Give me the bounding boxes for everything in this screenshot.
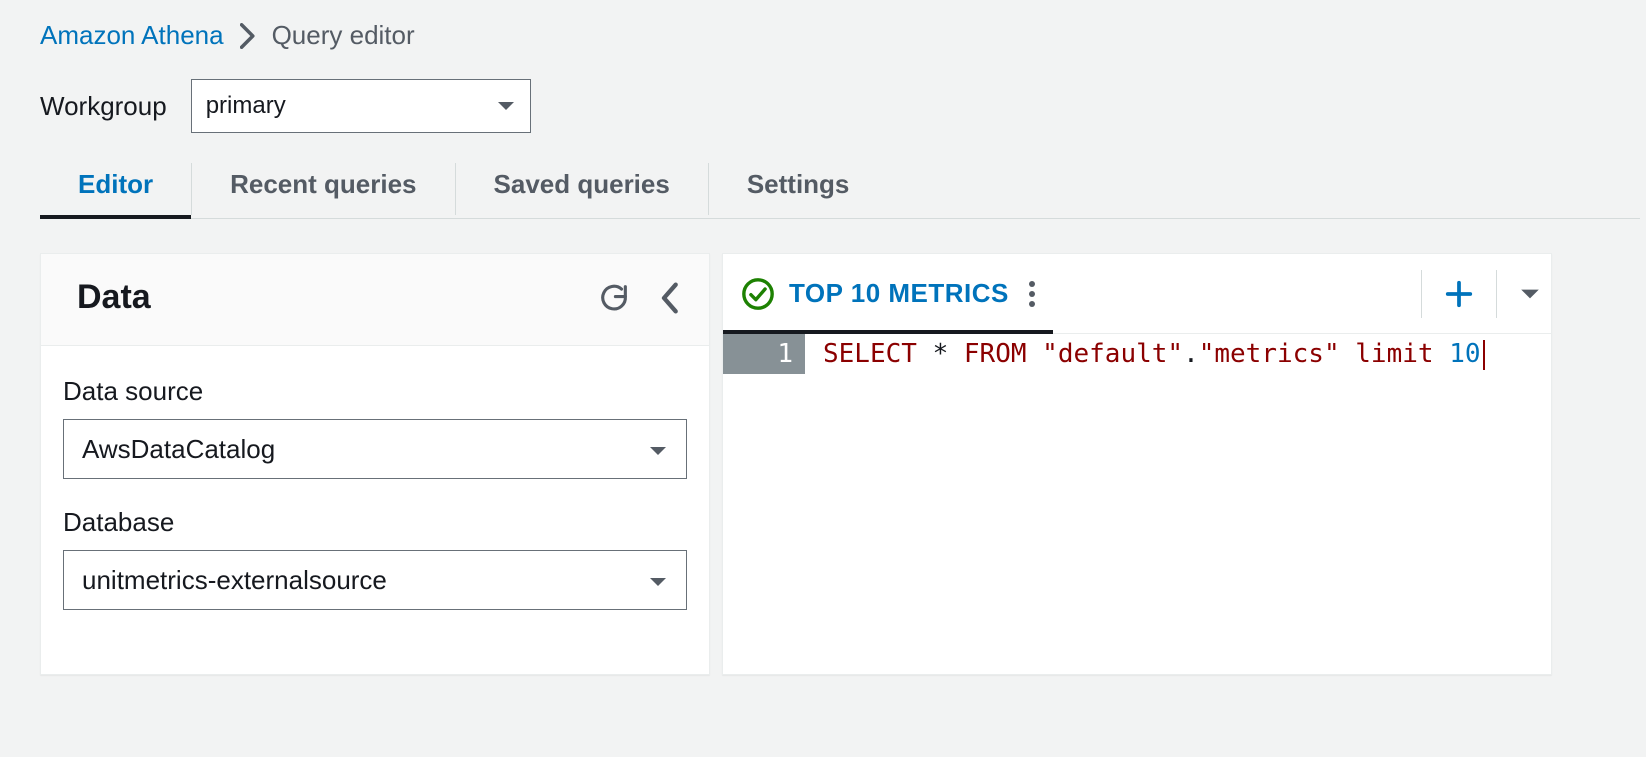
data-panel: Data Data source AwsDataCatalog <box>40 253 710 675</box>
workgroup-select[interactable]: primary <box>191 79 531 133</box>
workgroup-value: primary <box>206 92 286 120</box>
caret-down-icon <box>648 565 668 596</box>
collapse-panel-icon[interactable] <box>659 281 679 315</box>
tab-settings[interactable]: Settings <box>709 163 888 218</box>
refresh-icon[interactable] <box>597 281 631 315</box>
database-value: unitmetrics-externalsource <box>82 565 387 596</box>
tab-label: Recent queries <box>230 169 416 199</box>
sql-star: * <box>933 339 949 369</box>
tab-label: Editor <box>78 169 153 199</box>
tab-label: Settings <box>747 169 850 199</box>
separator <box>1421 270 1422 318</box>
workgroup-label: Workgroup <box>40 91 167 122</box>
sql-punct: . <box>1183 339 1199 369</box>
code-editor[interactable]: 1 SELECT * FROM "default"."metrics" limi… <box>723 334 1551 674</box>
success-check-icon <box>741 277 775 311</box>
line-number: 1 <box>723 334 805 374</box>
query-tab-label: TOP 10 METRICS <box>789 278 1009 309</box>
main-tabs: Editor Recent queries Saved queries Sett… <box>40 163 1640 219</box>
caret-down-icon <box>648 434 668 465</box>
caret-down-icon <box>496 99 516 113</box>
query-tab[interactable]: TOP 10 METRICS <box>741 254 1045 333</box>
tab-menu-icon[interactable] <box>1027 279 1037 309</box>
workgroup-row: Workgroup primary <box>40 79 1646 133</box>
data-panel-title: Data <box>77 278 151 317</box>
data-source-select[interactable]: AwsDataCatalog <box>63 419 687 479</box>
tab-recent-queries[interactable]: Recent queries <box>192 163 454 218</box>
add-tab-icon[interactable] <box>1444 279 1474 309</box>
separator <box>1496 270 1497 318</box>
sql-number: 10 <box>1449 339 1480 369</box>
sql-string: "default" <box>1042 339 1183 369</box>
editor-tabbar: TOP 10 METRICS <box>723 254 1551 334</box>
tab-overflow-icon[interactable] <box>1519 286 1541 302</box>
tab-label: Saved queries <box>494 169 670 199</box>
sql-keyword: FROM <box>964 339 1027 369</box>
editor-panel: TOP 10 METRICS 1 <box>722 253 1552 675</box>
code-line[interactable]: SELECT * FROM "default"."metrics" limit … <box>805 334 1485 674</box>
data-source-label: Data source <box>63 376 687 407</box>
tab-editor[interactable]: Editor <box>40 163 191 218</box>
sql-keyword: SELECT <box>823 339 917 369</box>
sql-keyword: limit <box>1355 339 1433 369</box>
tab-saved-queries[interactable]: Saved queries <box>456 163 708 218</box>
database-label: Database <box>63 507 687 538</box>
database-select[interactable]: unitmetrics-externalsource <box>63 550 687 610</box>
chevron-right-icon <box>240 23 256 49</box>
data-source-value: AwsDataCatalog <box>82 434 275 465</box>
text-cursor <box>1483 340 1485 370</box>
breadcrumb-root-link[interactable]: Amazon Athena <box>40 20 224 51</box>
data-panel-header: Data <box>41 254 709 346</box>
breadcrumb: Amazon Athena Query editor <box>40 20 1646 51</box>
breadcrumb-current: Query editor <box>272 20 415 51</box>
sql-string: "metrics" <box>1199 339 1340 369</box>
